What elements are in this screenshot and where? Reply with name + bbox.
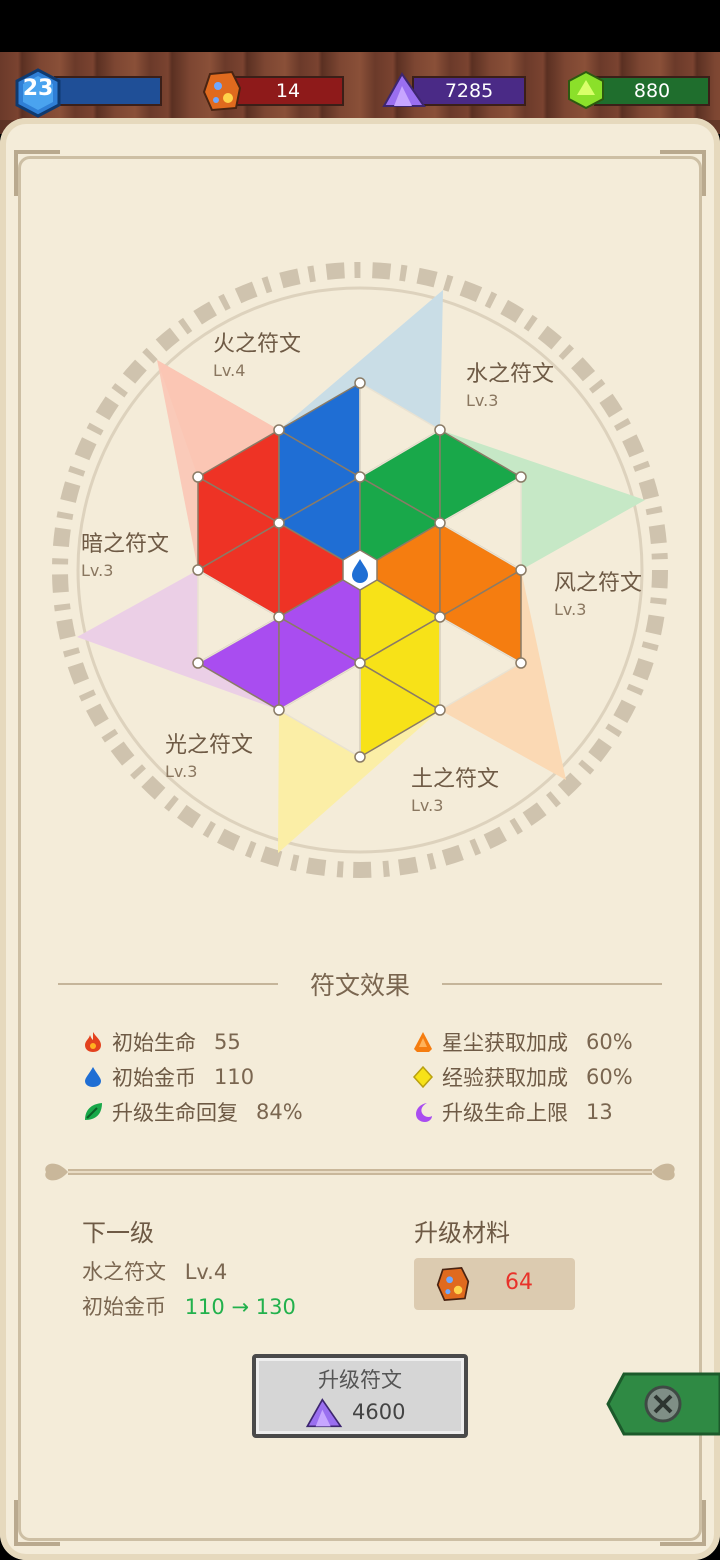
effect-stardust-bonus: 星尘获取加成 60% [412,1027,633,1057]
effect-value: 110 [214,1065,255,1089]
ore-icon [436,1266,470,1302]
rune-name: 暗之符文 [81,532,170,557]
material-cost-value: 64 [505,1270,533,1295]
next-level-stat: 初始金币 110 → 130 [82,1291,296,1321]
effects-title: 符文效果 [309,971,410,1000]
ornate-divider [45,1163,675,1181]
rune-name: 风之符文 [554,571,643,596]
earth-icon [414,1032,432,1052]
corner-ornament [14,1500,60,1546]
effect-label: 升级生命回复 [112,1101,238,1125]
stardust-icon [305,1398,343,1428]
rune-level: Lv.3 [466,391,499,410]
rune-level: Lv.4 [213,361,246,380]
water-point [279,290,443,430]
corner-ornament [660,1500,706,1546]
next-rune-name: 水之符文 [82,1260,166,1284]
close-button[interactable] [606,1372,720,1436]
effect-initial-gold: 初始金币 110 [82,1062,254,1092]
next-rune-level: Lv.4 [184,1260,228,1284]
rune-name: 光之符文 [165,733,254,758]
rune-level: Lv.3 [165,762,198,781]
light-diamond-icon [412,1066,434,1088]
upgrade-cost-value: 4600 [352,1400,406,1424]
effect-level-max-hp: 升级生命上限 13 [412,1097,613,1127]
rune-star-diagram [52,262,668,878]
effect-value: 60% [586,1065,633,1089]
effect-value: 55 [214,1030,241,1054]
next-stat-change: 110 → 130 [184,1295,296,1319]
water-drop-icon [85,1067,101,1087]
next-level-rune: 水之符文 Lv.4 [82,1256,227,1286]
materials-title: 升级材料 [414,1219,510,1247]
effect-label: 升级生命上限 [442,1101,568,1125]
next-stat-label: 初始金币 [82,1295,166,1319]
fire-icon [85,1032,101,1052]
material-cost-box: 64 [414,1258,575,1310]
rune-name: 火之符文 [213,332,302,357]
effect-value: 84% [256,1100,303,1124]
moon-icon [416,1103,432,1122]
upgrade-button-label: 升级符文 [318,1368,402,1392]
upgrade-rune-button[interactable]: 升级符文 4600 [252,1354,468,1438]
effect-label: 经验获取加成 [442,1066,568,1090]
effect-label: 星尘获取加成 [442,1031,568,1055]
effect-initial-hp: 初始生命 55 [82,1027,241,1057]
next-level-title: 下一级 [82,1219,154,1247]
rune-level: Lv.3 [411,796,444,815]
effect-value: 13 [586,1100,613,1124]
rune-name: 土之符文 [411,767,500,792]
leaf-icon [85,1103,102,1120]
effect-value: 60% [586,1030,633,1054]
effect-label: 初始金币 [112,1066,196,1090]
effect-level-hp-regen: 升级生命回复 84% [82,1097,303,1127]
rune-name: 水之符文 [466,362,555,387]
rune-level: Lv.3 [81,561,114,580]
effect-label: 初始生命 [112,1031,196,1055]
effect-exp-bonus: 经验获取加成 60% [412,1062,633,1092]
rune-level: Lv.3 [554,600,587,619]
